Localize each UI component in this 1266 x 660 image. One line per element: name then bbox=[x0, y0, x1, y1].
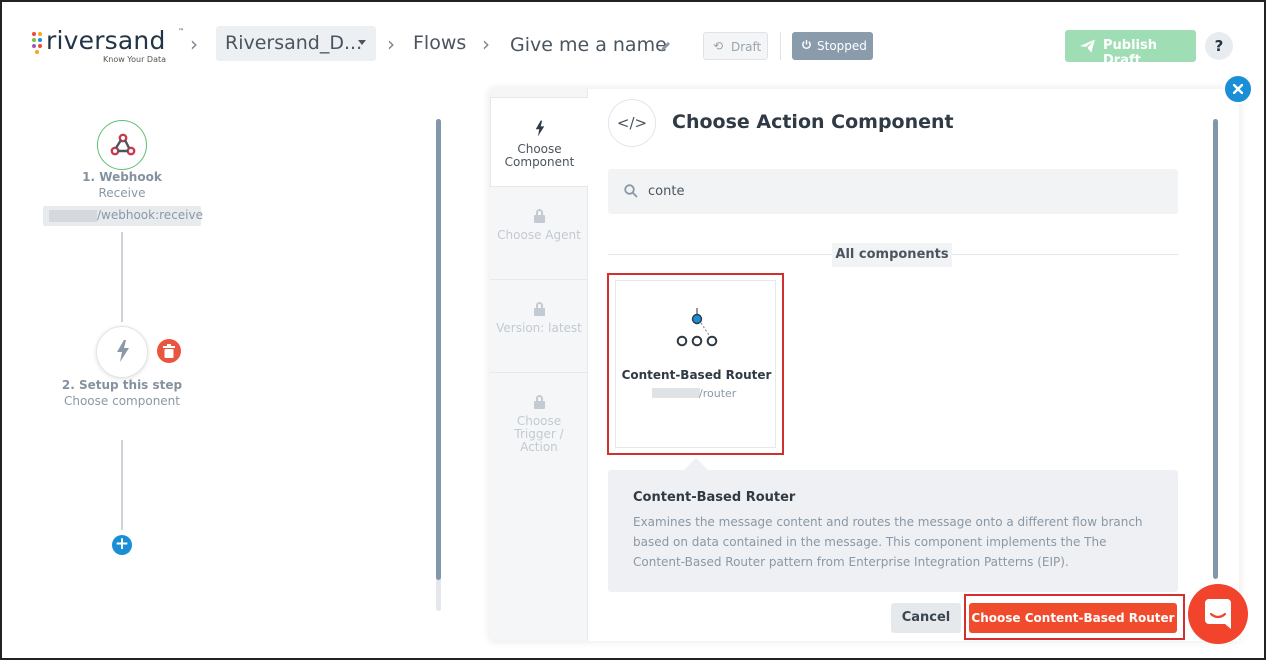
description-title: Content-Based Router bbox=[633, 490, 796, 505]
breadcrumb-flows-link[interactable]: Flows bbox=[413, 32, 466, 54]
search-value: conte bbox=[648, 184, 685, 199]
lightning-icon bbox=[535, 120, 544, 137]
step-1-subtitle: Receive bbox=[98, 186, 146, 200]
logo-text: riversand bbox=[46, 26, 166, 55]
wizard-step-label: Choose Component bbox=[504, 142, 575, 169]
wizard-step-choose-component[interactable]: Choose Component bbox=[490, 97, 588, 187]
dialog-scrollbar[interactable] bbox=[1213, 119, 1218, 579]
breadcrumb-separator-icon: › bbox=[482, 32, 490, 56]
wizard-step-label: Choose Agent bbox=[497, 228, 581, 242]
component-path-text: /router bbox=[699, 387, 737, 400]
step-1-path-text: /webhook:receive bbox=[97, 208, 203, 222]
draft-label: Draft bbox=[731, 40, 762, 54]
app-window: riversand ™ Know Your Data › Riversand_D… bbox=[0, 0, 1266, 660]
wizard-step-label: Choose Trigger / Action bbox=[514, 414, 564, 454]
close-icon bbox=[1233, 84, 1243, 94]
flow-connector bbox=[121, 232, 123, 322]
delete-step-button[interactable] bbox=[157, 339, 181, 363]
publish-draft-button[interactable]: Publish Draft bbox=[1065, 30, 1196, 68]
project-dropdown[interactable]: Riversand_D... bbox=[216, 26, 376, 61]
history-icon: ⟲ bbox=[713, 39, 724, 53]
search-icon bbox=[624, 184, 638, 198]
top-bar: riversand ™ Know Your Data › Riversand_D… bbox=[2, 2, 1264, 86]
logo-dots-icon bbox=[32, 32, 44, 54]
choose-component-button[interactable]: Choose Content-Based Router bbox=[969, 603, 1177, 633]
webhook-node[interactable] bbox=[97, 120, 147, 170]
chat-launcher-button[interactable] bbox=[1188, 584, 1248, 644]
wizard-step-choose-trigger-action: Choose Trigger / Action bbox=[490, 395, 588, 454]
description-pointer bbox=[684, 458, 708, 470]
wizard-steps: Choose Component Choose Agent Version: l… bbox=[490, 89, 588, 641]
breadcrumb-separator-icon: › bbox=[190, 32, 198, 56]
step-1-title: 1. Webhook bbox=[82, 170, 162, 184]
redacted-text bbox=[49, 210, 97, 222]
wizard-step-choose-agent: Choose Agent bbox=[490, 209, 588, 242]
lightning-icon bbox=[117, 340, 129, 362]
router-tree-icon bbox=[676, 308, 718, 347]
component-name: Content-Based Router bbox=[621, 368, 772, 382]
dialog-title: Choose Action Component bbox=[672, 111, 954, 133]
flow-connector bbox=[121, 440, 123, 530]
flow-scrollbar[interactable] bbox=[436, 119, 441, 611]
add-step-button[interactable]: + bbox=[112, 535, 132, 555]
logo-tagline: Know Your Data bbox=[103, 55, 167, 64]
description-text: Examines the message content and routes … bbox=[633, 515, 1143, 569]
step-2-subtitle: Choose component bbox=[63, 394, 180, 408]
close-dialog-button[interactable] bbox=[1223, 74, 1253, 104]
chevron-down-icon bbox=[358, 40, 366, 45]
chat-icon bbox=[1205, 599, 1231, 629]
logo-tm: ™ bbox=[178, 28, 184, 35]
project-dropdown-label: Riversand_D... bbox=[225, 32, 363, 54]
status-label: Stopped bbox=[817, 39, 867, 53]
header-divider bbox=[780, 32, 781, 60]
draft-button[interactable]: ⟲ Draft bbox=[703, 32, 768, 60]
redacted-text bbox=[652, 388, 700, 398]
lock-icon bbox=[533, 302, 545, 316]
flow-name[interactable]: Give me a name bbox=[510, 34, 667, 56]
pencil-icon[interactable] bbox=[660, 40, 672, 52]
flow-scrollbar-thumb[interactable] bbox=[436, 119, 441, 580]
code-icon: </> bbox=[608, 99, 656, 147]
lock-icon bbox=[533, 395, 545, 409]
wizard-divider bbox=[490, 279, 588, 280]
step-1-path: /webhook:receive bbox=[43, 206, 203, 226]
publish-draft-label: Publish Draft bbox=[1103, 38, 1157, 68]
component-path: /router bbox=[652, 387, 752, 400]
setup-step-node[interactable] bbox=[96, 326, 148, 378]
help-button[interactable]: ? bbox=[1205, 32, 1233, 60]
cancel-button[interactable]: Cancel bbox=[891, 603, 961, 633]
riversand-logo[interactable]: riversand ™ Know Your Data bbox=[32, 26, 184, 68]
component-search-input[interactable]: conte bbox=[608, 169, 1178, 214]
wizard-divider bbox=[490, 372, 588, 373]
wizard-step-label: Version: latest bbox=[496, 321, 582, 335]
lock-icon bbox=[533, 209, 545, 223]
breadcrumb-separator-icon: › bbox=[387, 32, 395, 56]
trash-icon bbox=[163, 344, 175, 358]
step-2-title: 2. Setup this step bbox=[61, 378, 183, 392]
power-icon bbox=[802, 39, 811, 49]
paper-plane-icon bbox=[1080, 39, 1095, 53]
component-description: Content-Based Router Examines the messag… bbox=[608, 470, 1178, 592]
section-label: All components bbox=[832, 243, 952, 267]
status-badge[interactable]: Stopped bbox=[792, 32, 873, 60]
webhook-icon bbox=[110, 133, 136, 156]
component-card[interactable]: Content-Based Router /router bbox=[615, 280, 776, 448]
wizard-step-version: Version: latest bbox=[490, 302, 588, 335]
